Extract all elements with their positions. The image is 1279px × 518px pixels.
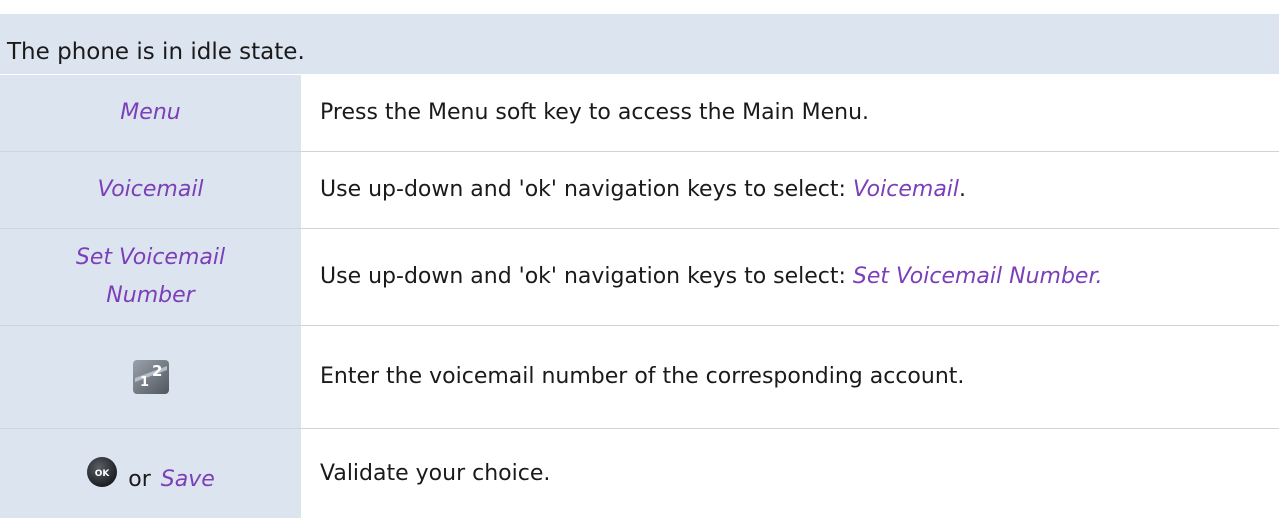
set-voicemail-number-label: Set Voicemail Number — [75, 245, 226, 308]
step-description-suffix: . — [959, 177, 967, 202]
step-description-cell: Use up-down and 'ok' navigation keys to … — [304, 152, 1279, 228]
table-header-row: The phone is in idle state. — [0, 14, 1279, 75]
table-row: Menu Press the Menu soft key to access t… — [0, 75, 1279, 151]
step-key-cell: Set Voicemail Number — [0, 229, 304, 325]
step-key-cell: Menu — [0, 75, 304, 151]
step-description: Validate your choice. — [320, 460, 551, 486]
numeric-keypad-icon: 1 2 — [132, 360, 169, 394]
voicemail-menu-label: Voicemail — [97, 177, 204, 202]
keypad-digit-1: 1 — [140, 375, 149, 390]
menu-softkey-label: Menu — [120, 100, 181, 125]
step-description-cell: Enter the voicemail number of the corres… — [304, 326, 1279, 428]
ok-or-save: OK or Save — [86, 456, 215, 492]
save-softkey-label: Save — [160, 466, 215, 492]
step-description: Use up-down and 'ok' navigation keys to … — [320, 175, 966, 205]
top-margin — [0, 0, 1279, 14]
step-description-cell: Validate your choice. — [304, 429, 1279, 518]
step-description-prefix: Use up-down and 'ok' navigation keys to … — [320, 177, 853, 202]
or-connector: or — [128, 466, 151, 492]
ok-button-label: OK — [95, 469, 111, 479]
keypad-digit-2: 2 — [152, 362, 162, 380]
ok-button-icon: OK — [87, 456, 118, 487]
step-description-keyword: Set Voicemail Number. — [852, 264, 1103, 289]
step-description: Press the Menu soft key to access the Ma… — [320, 100, 870, 125]
table-row: Voicemail Use up-down and 'ok' navigatio… — [0, 152, 1279, 228]
step-description-cell: Use up-down and 'ok' navigation keys to … — [304, 229, 1279, 325]
table-row: Set Voicemail Number Use up-down and 'ok… — [0, 229, 1279, 325]
step-description-prefix: Use up-down and 'ok' navigation keys to … — [320, 264, 853, 289]
step-key-cell: OK or Save — [0, 429, 304, 518]
step-description: Enter the voicemail number of the corres… — [320, 364, 965, 389]
instruction-table: The phone is in idle state. Menu Press t… — [0, 0, 1279, 518]
step-key-cell: Voicemail — [0, 152, 304, 228]
step-description-keyword: Voicemail — [852, 177, 960, 202]
table-row: OK or Save Validate your choice. — [0, 429, 1279, 518]
step-description: Use up-down and 'ok' navigation keys to … — [320, 262, 1102, 292]
step-description-cell: Press the Menu soft key to access the Ma… — [304, 75, 1279, 151]
table-row: 1 2 Enter the voicemail number of the co… — [0, 326, 1279, 428]
header-text: The phone is in idle state. — [7, 39, 305, 65]
step-key-cell: 1 2 — [0, 326, 304, 428]
